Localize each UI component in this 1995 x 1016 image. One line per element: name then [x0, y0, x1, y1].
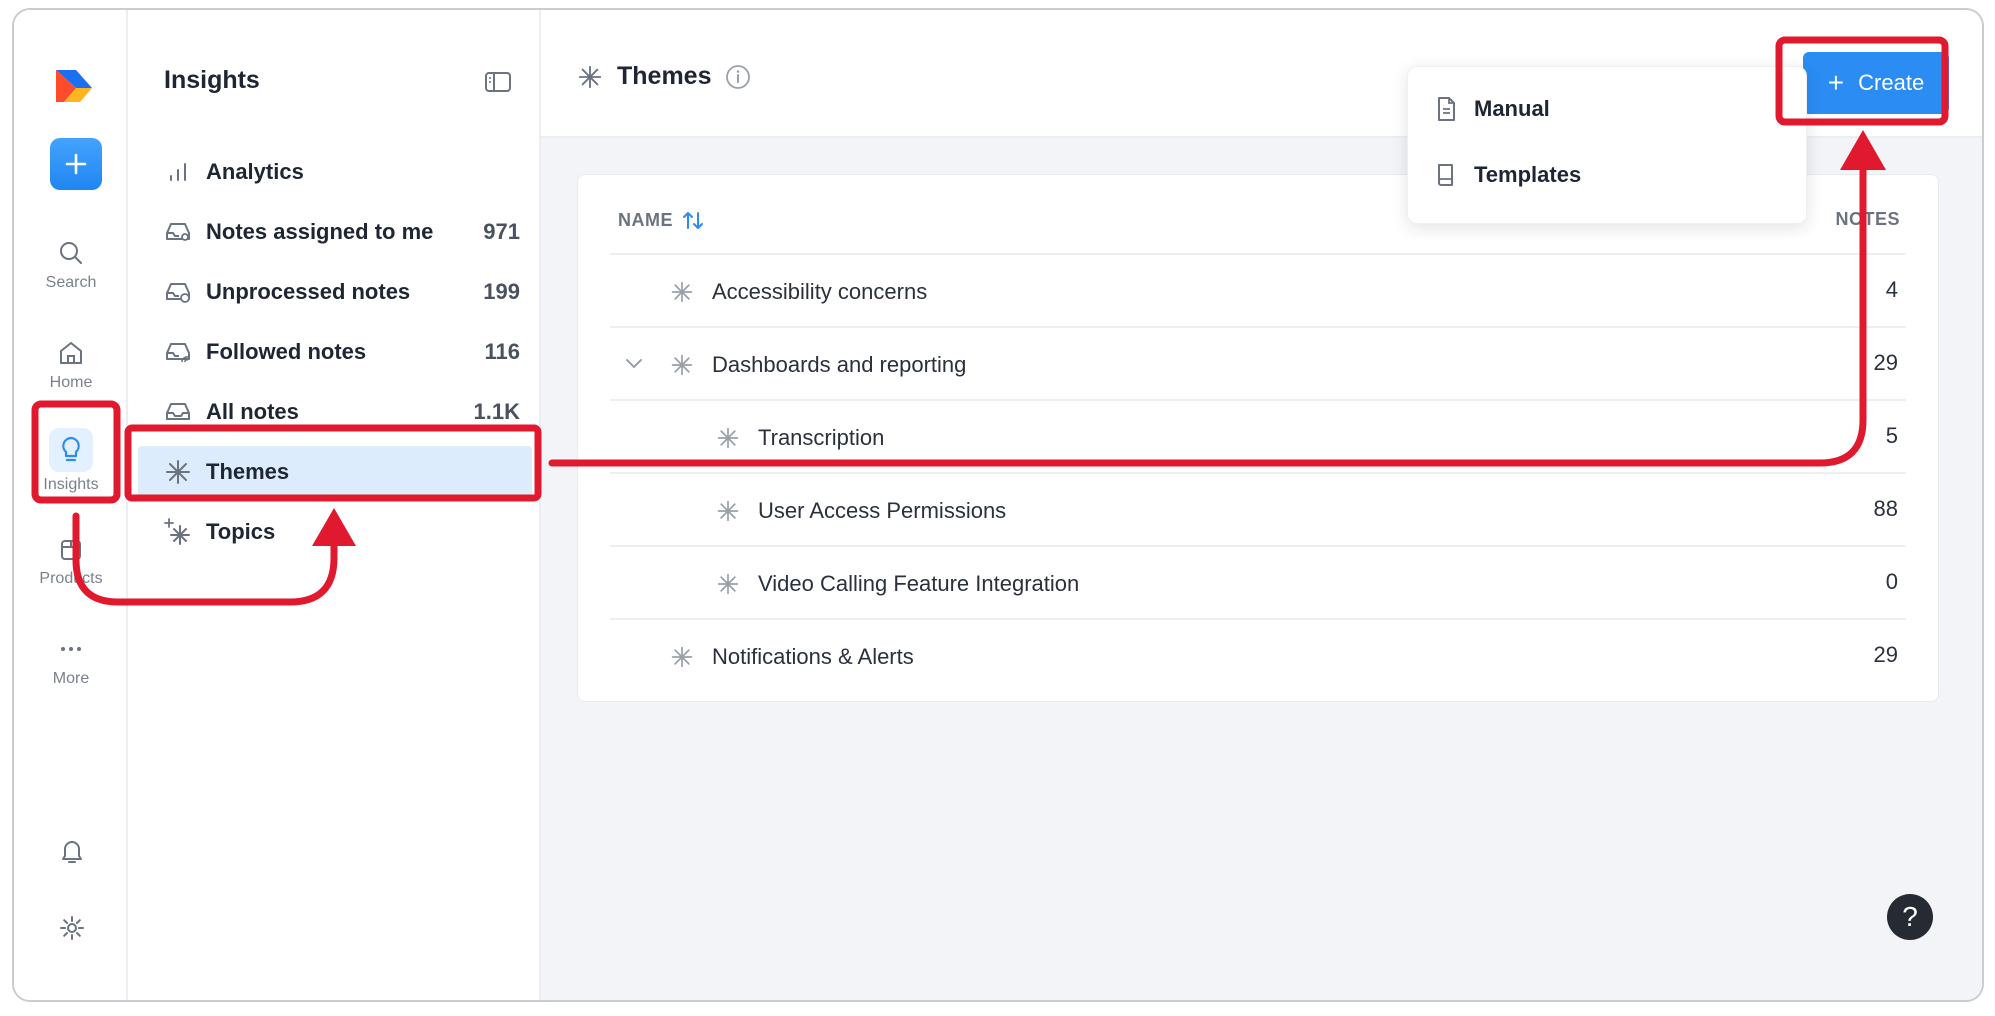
- sort-icon[interactable]: [681, 209, 705, 231]
- rail-item-label: More: [52, 670, 90, 687]
- sidebar-item-themes[interactable]: Themes: [138, 446, 532, 498]
- page-title: Themes: [617, 62, 712, 90]
- rail-item-label: Search: [45, 274, 97, 291]
- bell-icon[interactable]: [58, 836, 86, 866]
- inbox-clock-icon: [166, 283, 190, 303]
- asterisk-icon: [671, 646, 693, 668]
- asterisk-icon: [671, 354, 693, 376]
- gear-icon[interactable]: [58, 914, 86, 942]
- lightbulb-icon: [62, 436, 80, 462]
- asterisk-icon: [578, 65, 602, 88]
- theme-name: Notifications & Alerts: [712, 644, 914, 669]
- sidebar-item-label: Themes: [206, 459, 290, 484]
- theme-notes-count: 4: [1885, 277, 1898, 302]
- theme-name: Accessibility concerns: [712, 279, 928, 304]
- sidebar-item-count: 1.1K: [473, 399, 520, 424]
- sidebar-item-label: Unprocessed notes: [206, 279, 411, 304]
- asterisk-icon: [671, 281, 693, 303]
- menu-item-label: Manual: [1474, 96, 1550, 121]
- sidebar-item-followed-notes[interactable]: Followed notes 116: [138, 326, 532, 378]
- book-icon: [1438, 164, 1453, 186]
- page-title-group: Themes: [577, 62, 751, 91]
- icon-rail: Search Home Insights Products More: [14, 10, 128, 1000]
- sidebar-item-topics[interactable]: Topics: [138, 506, 532, 558]
- themes-table: NAME NOTES Accessibility concerns 4 Dash…: [577, 174, 1939, 702]
- rail-item-label: Insights: [43, 476, 99, 493]
- theme-name: Dashboards and reporting: [712, 352, 967, 377]
- sidebar-item-label: Analytics: [206, 159, 304, 184]
- bar-chart-icon: [170, 163, 186, 181]
- column-header-notes[interactable]: NOTES: [1835, 209, 1900, 230]
- create-dropdown-menu: Manual Templates: [1407, 66, 1807, 224]
- insights-sidebar: Insights Analytics Notes assigned to me …: [128, 10, 541, 1000]
- chevron-down-icon[interactable]: [624, 356, 644, 370]
- plus-icon: [65, 153, 87, 175]
- rail-item-products[interactable]: Products: [14, 534, 128, 588]
- inbox-wifi-icon: [166, 343, 190, 363]
- box-icon: [61, 540, 81, 560]
- table-row[interactable]: User Access Permissions 88: [610, 472, 1906, 545]
- app-window: Search Home Insights Products More Insig…: [12, 8, 1984, 1002]
- table-row[interactable]: Transcription 5: [610, 399, 1906, 472]
- theme-notes-count: 0: [1885, 569, 1898, 594]
- app-logo-icon: [56, 70, 92, 102]
- asterisk-icon: [717, 573, 739, 595]
- column-header-name[interactable]: NAME: [618, 209, 705, 231]
- menu-item-label: Templates: [1474, 162, 1582, 187]
- rail-item-label: Home: [49, 374, 93, 391]
- rail-item-more[interactable]: More: [14, 634, 128, 688]
- sidebar-item-notes-assigned[interactable]: Notes assigned to me 971: [138, 206, 532, 258]
- main-content: Themes + Create NAME NOTES Accessibility…: [541, 10, 1982, 1000]
- home-icon: [60, 342, 82, 364]
- theme-name: Transcription: [758, 425, 885, 450]
- dots-icon: [61, 647, 81, 651]
- plus-icon: +: [1827, 67, 1845, 98]
- sparkle-asterisk-icon: [164, 518, 190, 545]
- theme-notes-count: 29: [1873, 350, 1898, 375]
- table-row[interactable]: Dashboards and reporting 29: [610, 326, 1906, 399]
- sidebar-item-label: Followed notes: [206, 339, 367, 364]
- help-button[interactable]: ?: [1887, 894, 1933, 940]
- menu-item-manual[interactable]: Manual: [1434, 89, 1550, 129]
- collapse-sidebar-icon[interactable]: [484, 70, 512, 94]
- sidebar-item-count: 971: [483, 219, 520, 244]
- create-button-label: Create: [1858, 70, 1925, 95]
- sidebar-item-count: 199: [483, 279, 520, 304]
- rail-item-label: Products: [39, 570, 103, 587]
- sidebar-item-label: All notes: [206, 399, 299, 424]
- info-icon[interactable]: [725, 64, 751, 90]
- sidebar-title: Insights: [164, 66, 260, 94]
- menu-item-templates[interactable]: Templates: [1434, 155, 1581, 195]
- table-row[interactable]: Video Calling Feature Integration 0: [610, 545, 1906, 618]
- asterisk-icon: [717, 427, 739, 449]
- theme-name: User Access Permissions: [758, 498, 1007, 523]
- rail-item-insights[interactable]: Insights: [14, 428, 128, 494]
- sidebar-item-unprocessed-notes[interactable]: Unprocessed notes 199: [138, 266, 532, 318]
- rail-item-home[interactable]: Home: [14, 338, 128, 392]
- theme-notes-count: 5: [1885, 423, 1898, 448]
- add-button[interactable]: [50, 138, 102, 190]
- asterisk-icon: [717, 500, 739, 522]
- table-row[interactable]: Notifications & Alerts 29: [610, 618, 1906, 691]
- document-icon: [1438, 97, 1455, 121]
- sidebar-item-label: Topics: [206, 519, 276, 544]
- rail-item-search[interactable]: Search: [14, 238, 128, 292]
- search-icon: [60, 242, 82, 264]
- sidebar-item-analytics[interactable]: Analytics: [138, 146, 532, 198]
- active-indicator: [49, 428, 93, 472]
- sidebar-item-count: 116: [484, 339, 521, 364]
- inbox-user-icon: [166, 223, 190, 241]
- theme-name: Video Calling Feature Integration: [758, 571, 1080, 596]
- column-header-label: NAME: [618, 209, 673, 230]
- table-row[interactable]: Accessibility concerns 4: [610, 253, 1906, 326]
- create-button[interactable]: + Create: [1803, 52, 1949, 114]
- inbox-icon: [166, 403, 190, 420]
- sidebar-item-all-notes[interactable]: All notes 1.1K: [138, 386, 532, 438]
- asterisk-icon: [166, 460, 190, 484]
- theme-notes-count: 88: [1873, 496, 1898, 521]
- theme-notes-count: 29: [1873, 642, 1898, 667]
- sidebar-item-label: Notes assigned to me: [206, 219, 434, 244]
